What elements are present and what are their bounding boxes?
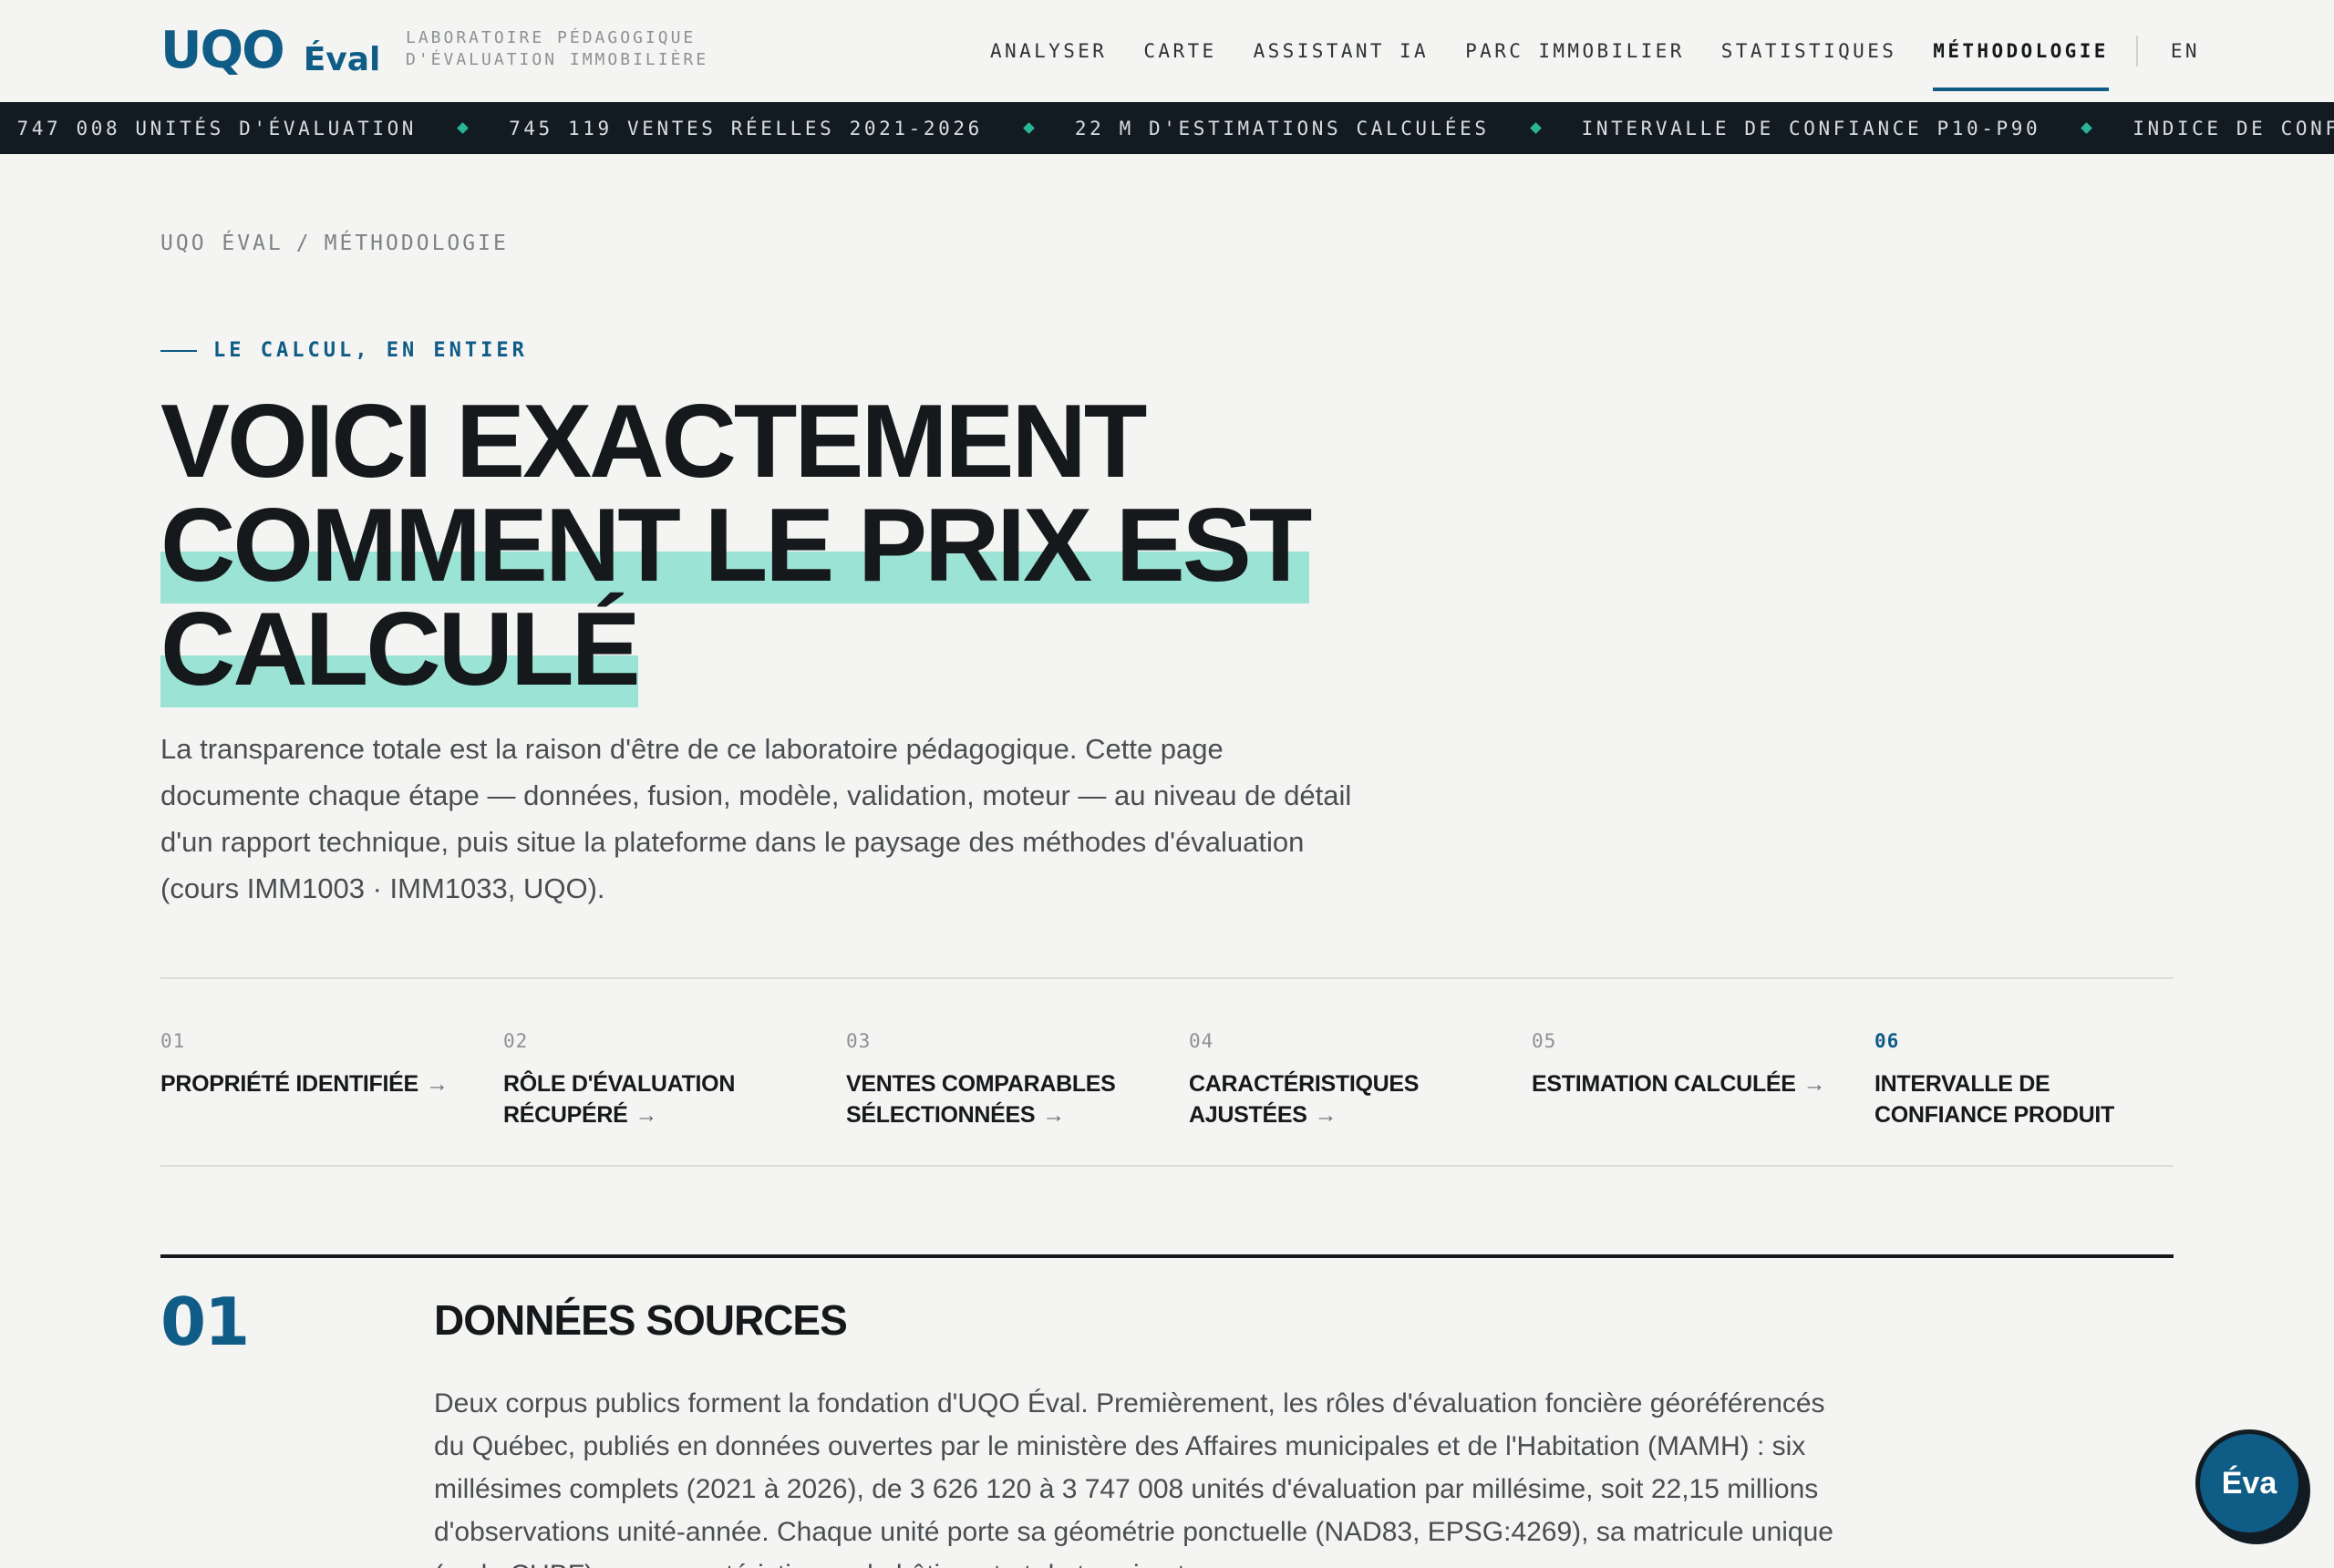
logo-eval: Éval <box>303 41 381 78</box>
ticker-track: 3 747 008 UNITÉS D'ÉVALUATION 745 119 VE… <box>0 118 2334 139</box>
step-label-text: VENTES COMPARABLES SÉLECTIONNÉES <box>846 1071 1116 1128</box>
step-04[interactable]: 04 CARACTÉRISTIQUES AJUSTÉES → <box>1189 1030 1499 1130</box>
nav-carte[interactable]: CARTE <box>1143 40 1216 62</box>
language-toggle[interactable]: EN <box>2171 40 2200 62</box>
ticker-item: INDICE DE CONFIANCE A-D <box>2133 117 2334 139</box>
step-number: 01 <box>160 1030 186 1052</box>
title-highlight-2: COMMENT LE PRIX EST <box>160 488 1312 603</box>
step-06[interactable]: 06 INTERVALLE DE CONFIANCE PRODUIT <box>1874 1030 2174 1130</box>
step-number: 06 <box>1874 1030 1900 1052</box>
diamond-icon <box>457 122 469 134</box>
nav-divider <box>2135 36 2138 67</box>
breadcrumb-current: MÉTHODOLOGIE <box>324 232 509 255</box>
step-number: 05 <box>1532 1030 1557 1052</box>
main-nav: ANALYSER CARTE ASSISTANT IA PARC IMMOBIL… <box>990 33 2200 91</box>
title-line-1: VOICI EXACTEMENT <box>160 384 1147 500</box>
arrow-right-icon: → <box>1042 1102 1065 1128</box>
step-label: PROPRIÉTÉ IDENTIFIÉE → <box>160 1068 470 1099</box>
breadcrumb: UQO ÉVAL / MÉTHODOLOGIE <box>160 232 509 255</box>
ticker-item: 22 M D'ESTIMATIONS CALCULÉES <box>1074 117 1490 139</box>
step-02[interactable]: 02 RÔLE D'ÉVALUATION RÉCUPÉRÉ → <box>503 1030 813 1130</box>
step-label-text: CARACTÉRISTIQUES AJUSTÉES <box>1189 1071 1420 1128</box>
step-05[interactable]: 05 ESTIMATION CALCULÉE → <box>1532 1030 1842 1099</box>
step-01[interactable]: 01 PROPRIÉTÉ IDENTIFIÉE → <box>160 1030 470 1099</box>
step-label: ESTIMATION CALCULÉE → <box>1532 1068 1860 1099</box>
ticker-item: 745 119 VENTES RÉELLES 2021-2026 <box>509 117 983 139</box>
hero-description: La transparence totale est la raison d'ê… <box>160 733 1352 904</box>
step-label-text: INTERVALLE DE CONFIANCE PRODUIT <box>1874 1071 2114 1128</box>
title-line-2: COMMENT LE PRIX EST <box>160 488 1346 603</box>
step-label: CARACTÉRISTIQUES AJUSTÉES → <box>1189 1068 1444 1130</box>
nav-analyser[interactable]: ANALYSER <box>990 40 1107 62</box>
step-label: VENTES COMPARABLES SÉLECTIONNÉES → <box>846 1068 1138 1130</box>
step-label-text: ESTIMATION CALCULÉE <box>1532 1071 1796 1097</box>
step-label: RÔLE D'ÉVALUATION RÉCUPÉRÉ → <box>503 1068 777 1130</box>
ticker-item: INTERVALLE DE CONFIANCE P10-P90 <box>1581 117 2041 139</box>
step-label-text: PROPRIÉTÉ IDENTIFIÉE <box>160 1071 418 1097</box>
arrow-right-icon: → <box>1802 1071 1826 1097</box>
ticker-item: 3 747 008 UNITÉS D'ÉVALUATION <box>0 117 418 139</box>
arrow-right-icon: → <box>425 1071 449 1097</box>
tagline-line-2: D'ÉVALUATION IMMOBILIÈRE <box>406 50 709 69</box>
section-title: DONNÉES SOURCES <box>434 1296 848 1344</box>
process-steps: 01 PROPRIÉTÉ IDENTIFIÉE → 02 RÔLE D'ÉVALU… <box>160 977 2174 1167</box>
arrow-right-icon: → <box>635 1102 658 1128</box>
eva-chat-button[interactable]: Éva <box>2195 1429 2303 1537</box>
diamond-icon <box>1529 122 1542 134</box>
stats-ticker: 3 747 008 UNITÉS D'ÉVALUATION 745 119 VE… <box>0 102 2334 154</box>
section-body: Deux corpus publics forment la fondation… <box>434 1388 1833 1568</box>
breadcrumb-root[interactable]: UQO ÉVAL <box>160 232 284 255</box>
site-header: UQO Éval LABORATOIRE PÉDAGOGIQUE D'ÉVALU… <box>0 0 2334 102</box>
title-highlight-3: CALCULÉ <box>160 592 641 707</box>
step-label: INTERVALLE DE CONFIANCE PRODUIT <box>1874 1068 2174 1130</box>
eyebrow-rule <box>160 349 197 352</box>
diamond-icon <box>1022 122 1035 134</box>
nav-assistant-ia[interactable]: ASSISTANT IA <box>1254 40 1430 62</box>
arrow-right-icon: → <box>1314 1102 1337 1128</box>
step-number: 02 <box>503 1030 529 1052</box>
step-label-text: RÔLE D'ÉVALUATION RÉCUPÉRÉ <box>503 1071 736 1128</box>
tagline-line-1: LABORATOIRE PÉDAGOGIQUE <box>406 28 697 47</box>
logo-uqo: UQO <box>160 21 285 80</box>
site-logo[interactable]: UQO Éval <box>160 21 381 80</box>
title-line-3: CALCULÉ <box>160 592 1346 707</box>
step-03[interactable]: 03 VENTES COMPARABLES SÉLECTIONNÉES → <box>846 1030 1156 1130</box>
section-divider <box>160 1254 2174 1258</box>
nav-statistiques[interactable]: STATISTIQUES <box>1721 40 1897 62</box>
section-number: 01 <box>160 1284 250 1360</box>
page-title: VOICI EXACTEMENT COMMENT LE PRIX EST CAL… <box>160 384 1346 707</box>
eyebrow-text: LE CALCUL, EN ENTIER <box>213 339 528 362</box>
site-tagline: LABORATOIRE PÉDAGOGIQUE D'ÉVALUATION IMM… <box>406 27 708 71</box>
step-number: 03 <box>846 1030 872 1052</box>
hero-eyebrow: LE CALCUL, EN ENTIER <box>160 339 528 362</box>
breadcrumb-separator: / <box>295 232 312 255</box>
nav-parc-immobilier[interactable]: PARC IMMOBILIER <box>1465 40 1685 62</box>
nav-methodologie[interactable]: MÉTHODOLOGIE <box>1933 40 2109 91</box>
step-number: 04 <box>1189 1030 1214 1052</box>
diamond-icon <box>2081 122 2093 134</box>
